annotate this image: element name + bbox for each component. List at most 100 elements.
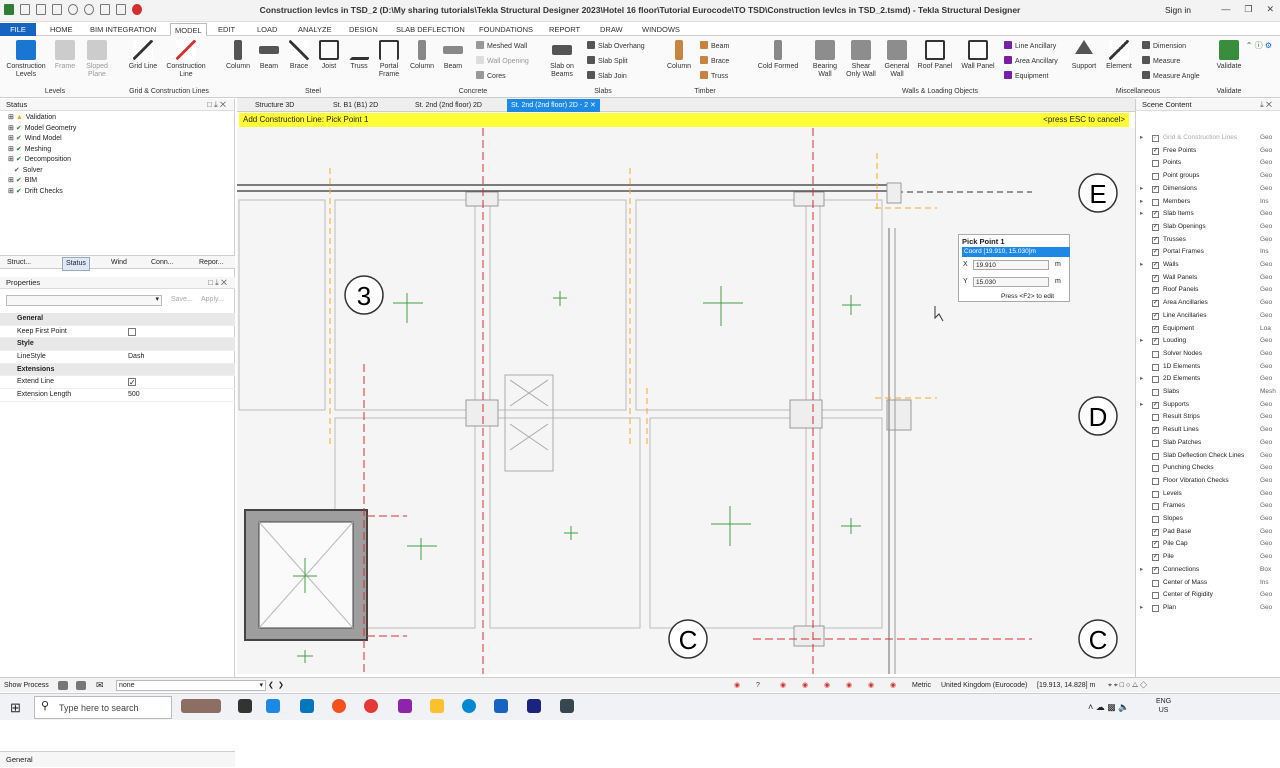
expand-icon[interactable]: ▸ [1140,399,1143,412]
filter-icon[interactable] [76,681,86,690]
steel-column-button[interactable]: Column [224,40,252,71]
scene-item-checkbox[interactable]: ✓ [1152,287,1159,295]
status-icon[interactable]: ◉ [868,678,874,693]
settings-icon[interactable]: ⚙ [1265,41,1272,50]
scene-item[interactable]: Floor Vibration Checks Geo [1136,475,1280,488]
scene-item[interactable]: Result Strips Geo [1136,411,1280,424]
column[interactable] [465,399,499,427]
tab-home[interactable]: HOME [46,23,77,36]
linestyle-value[interactable]: Dash [128,351,144,364]
tab-analyze[interactable]: ANALYZE [294,23,336,36]
x-coordinate-field[interactable]: 19.910 [973,260,1049,270]
tab-edit[interactable]: EDIT [214,23,239,36]
firefox-icon[interactable] [332,699,346,713]
scene-item-style[interactable]: Geo [1260,272,1272,285]
scene-item-style[interactable]: Geo [1260,297,1272,310]
properties-panel-controls[interactable]: □ ⤓ ✕ [208,277,227,289]
status-icon[interactable]: ◉ [734,678,740,693]
scene-item-checkbox[interactable]: ✓ [1152,566,1159,574]
units-label[interactable]: Metric [912,678,931,693]
expand-icon[interactable]: ▸ [1140,564,1143,577]
tekla-icon[interactable] [494,699,508,713]
scene-item[interactable]: Points Geo [1136,157,1280,170]
tab-file[interactable]: FILE [0,23,36,36]
tekla-designer-icon[interactable] [527,699,541,713]
grid-line-button[interactable]: Grid Line [126,40,160,71]
scene-item-checkbox[interactable]: ✓ [1152,427,1159,435]
scene-item-style[interactable]: Geo [1260,513,1272,526]
support-marker[interactable] [703,286,743,326]
scene-item-checkbox[interactable] [1152,414,1159,422]
scene-item-style[interactable]: Geo [1260,526,1272,539]
scene-item-style[interactable]: Geo [1260,538,1272,551]
close-tab-icon[interactable]: ✕ [590,102,596,109]
scene-item-style[interactable]: Geo [1260,310,1272,323]
validate-button[interactable]: Validate [1212,40,1246,71]
expand-icon[interactable]: ▸ [1140,183,1143,196]
shear-only-wall-button[interactable]: Shear Only Wall [844,40,878,79]
support-marker[interactable] [297,650,313,663]
scene-item-checkbox[interactable]: ✓ [1152,554,1159,562]
scene-item[interactable]: Center of Rigidity Geo [1136,589,1280,602]
plan-view[interactable]: E D C C 3 [237,128,1135,674]
timber-truss-button[interactable]: Truss [700,71,728,80]
roof-panel-button[interactable]: Roof Panel [916,40,954,71]
scene-item-style[interactable]: Geo [1260,602,1272,615]
view-tab-2nd-floor[interactable]: St. 2nd (2nd floor) 2D [411,99,486,112]
expand-icon[interactable]: ▸ [1140,373,1143,386]
bearing-wall-button[interactable]: Bearing Wall [810,40,840,79]
scene-item[interactable]: ▸ ✓ Grid & Construction Lines Geo [1136,132,1280,145]
scene-item-checkbox[interactable]: ✓ [1152,249,1159,257]
tab-status[interactable]: Status [62,257,90,271]
timber-beam-button[interactable]: Beam [700,41,729,50]
scene-item[interactable]: ▸ Members Ins [1136,196,1280,209]
snap-icons[interactable]: ⌖ ⌖ □ ○ △ ◇ [1108,678,1147,693]
tab-report[interactable]: REPORT [545,23,584,36]
scene-item[interactable]: Slab Patches Geo [1136,437,1280,450]
scene-item[interactable]: ▸ ✓ Dimensions Geo [1136,183,1280,196]
support-marker[interactable] [407,538,437,560]
scene-item-checkbox[interactable] [1152,350,1159,358]
meshed-wall-button[interactable]: Meshed Wall [476,41,527,50]
scene-item-style[interactable]: Geo [1260,475,1272,488]
scene-item-style[interactable]: Box [1260,564,1271,577]
tab-design[interactable]: DESIGN [345,23,382,36]
scene-item[interactable]: ▸ ✓ Connections Box [1136,564,1280,577]
scene-item[interactable]: ✓ Portal Frames Ins [1136,246,1280,259]
general-wall-button[interactable]: General Wall [882,40,912,79]
scene-item-style[interactable]: Ins [1260,577,1269,590]
scene-item-checkbox[interactable]: ✓ [1152,338,1159,346]
language-indicator[interactable]: ENG US [1156,697,1171,715]
scene-item-style[interactable]: Geo [1260,208,1272,221]
column[interactable] [789,399,823,429]
element-button[interactable]: Element [1102,40,1136,71]
scene-item-checkbox[interactable]: ✓ [1152,147,1159,155]
scene-item-checkbox[interactable] [1152,579,1159,587]
tray-icons[interactable]: ˄ ☁ ▩ 🔈 [1088,702,1129,713]
region-label[interactable]: United Kingdom (Eurocode) [941,678,1027,693]
area-ancillary-button[interactable]: Area Ancillary [1004,56,1058,65]
scene-item-style[interactable]: Geo [1260,462,1272,475]
column[interactable] [886,399,912,431]
status-item-decomposition[interactable]: ⊞ ✔ Decomposition [8,155,234,166]
scene-item-checkbox[interactable] [1152,516,1159,523]
scene-item-style[interactable]: Geo [1260,589,1272,602]
scene-item-style[interactable]: Geo [1260,183,1272,196]
steel-beam-button[interactable]: Beam [256,40,282,71]
tab-wind[interactable]: Wind [108,257,130,269]
joist-button[interactable]: Joist [316,40,342,71]
powershell-icon[interactable] [560,699,574,713]
scene-item-style[interactable]: Geo [1260,132,1272,145]
scene-item-style[interactable]: Geo [1260,221,1272,234]
scene-item[interactable]: ✓ Pile Cap Geo [1136,538,1280,551]
tab-slab-deflection[interactable]: SLAB DEFLECTION [392,23,469,36]
tab-structure[interactable]: Struct... [4,257,34,269]
scene-item-checkbox[interactable]: ✓ [1152,223,1159,231]
dimension-button[interactable]: Dimension [1142,41,1186,50]
slab-split-button[interactable]: Slab Split [587,56,628,65]
scene-item[interactable]: ✓ Equipment Loa [1136,323,1280,336]
scene-item-checkbox[interactable]: ✓ [1152,528,1159,536]
status-item-drift-checks[interactable]: ⊞ ✔ Drift Checks [8,187,234,198]
timber-column-button[interactable]: Column [664,40,694,71]
scene-item-checkbox[interactable]: ✓ [1152,135,1159,142]
